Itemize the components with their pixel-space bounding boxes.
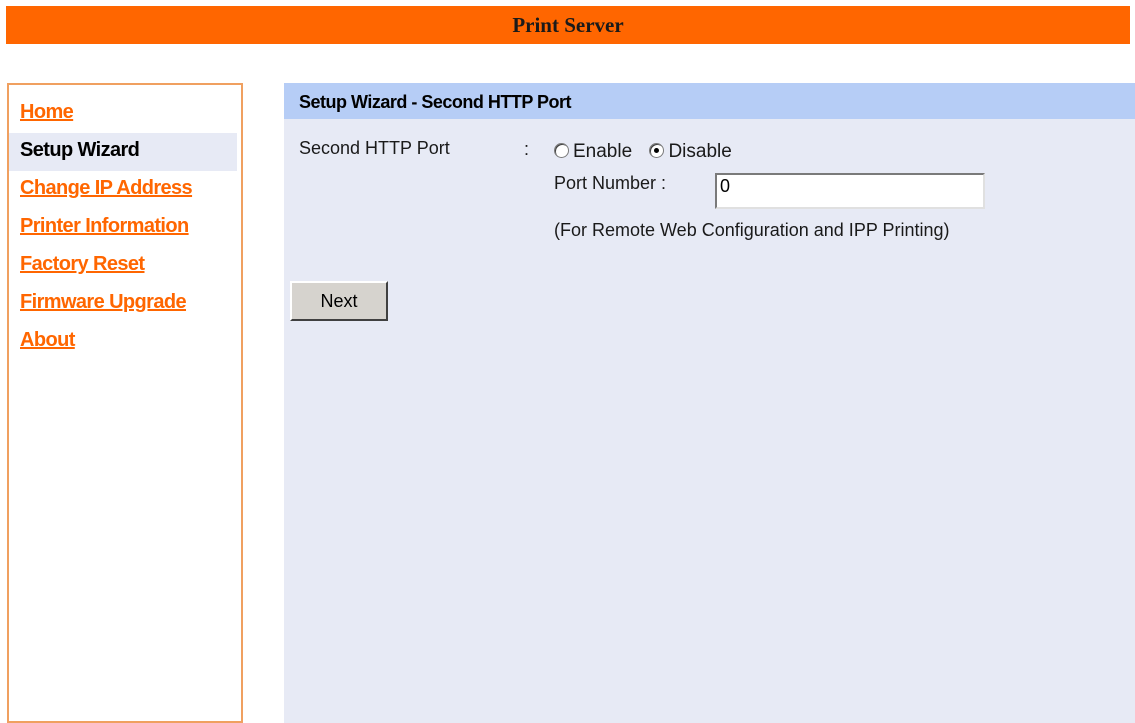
sidebar-item-printer-information[interactable]: Printer Information [9,209,241,247]
port-number-input[interactable] [715,173,985,209]
sidebar-item-home[interactable]: Home [9,95,241,133]
second-http-port-label: Second HTTP Port [299,138,450,158]
port-usage-note: (For Remote Web Configuration and IPP Pr… [554,220,950,240]
enable-radio-label[interactable]: Enable [573,141,632,162]
sidebar-item-change-ip-address[interactable]: Change IP Address [9,171,241,209]
app-title-banner: Print Server [6,6,1130,44]
sidebar-nav: Home Setup Wizard Change IP Address Prin… [7,83,243,723]
second-http-port-radio-group: Enable Disable [554,141,744,163]
page-title: Setup Wizard - Second HTTP Port [284,83,1135,119]
enable-radio[interactable] [554,143,569,158]
sidebar-item-setup-wizard[interactable]: Setup Wizard [9,133,237,171]
sidebar-item-factory-reset[interactable]: Factory Reset [9,247,241,285]
main-panel: Setup Wizard - Second HTTP Port Second H… [284,83,1135,723]
field-colon: : [524,139,530,159]
sidebar-item-about[interactable]: About [9,323,241,361]
sidebar-item-firmware-upgrade[interactable]: Firmware Upgrade [9,285,241,323]
disable-radio-label[interactable]: Disable [668,141,731,162]
disable-radio[interactable] [649,143,665,158]
next-button[interactable]: Next [290,281,388,321]
port-number-label: Port Number : [554,173,667,193]
